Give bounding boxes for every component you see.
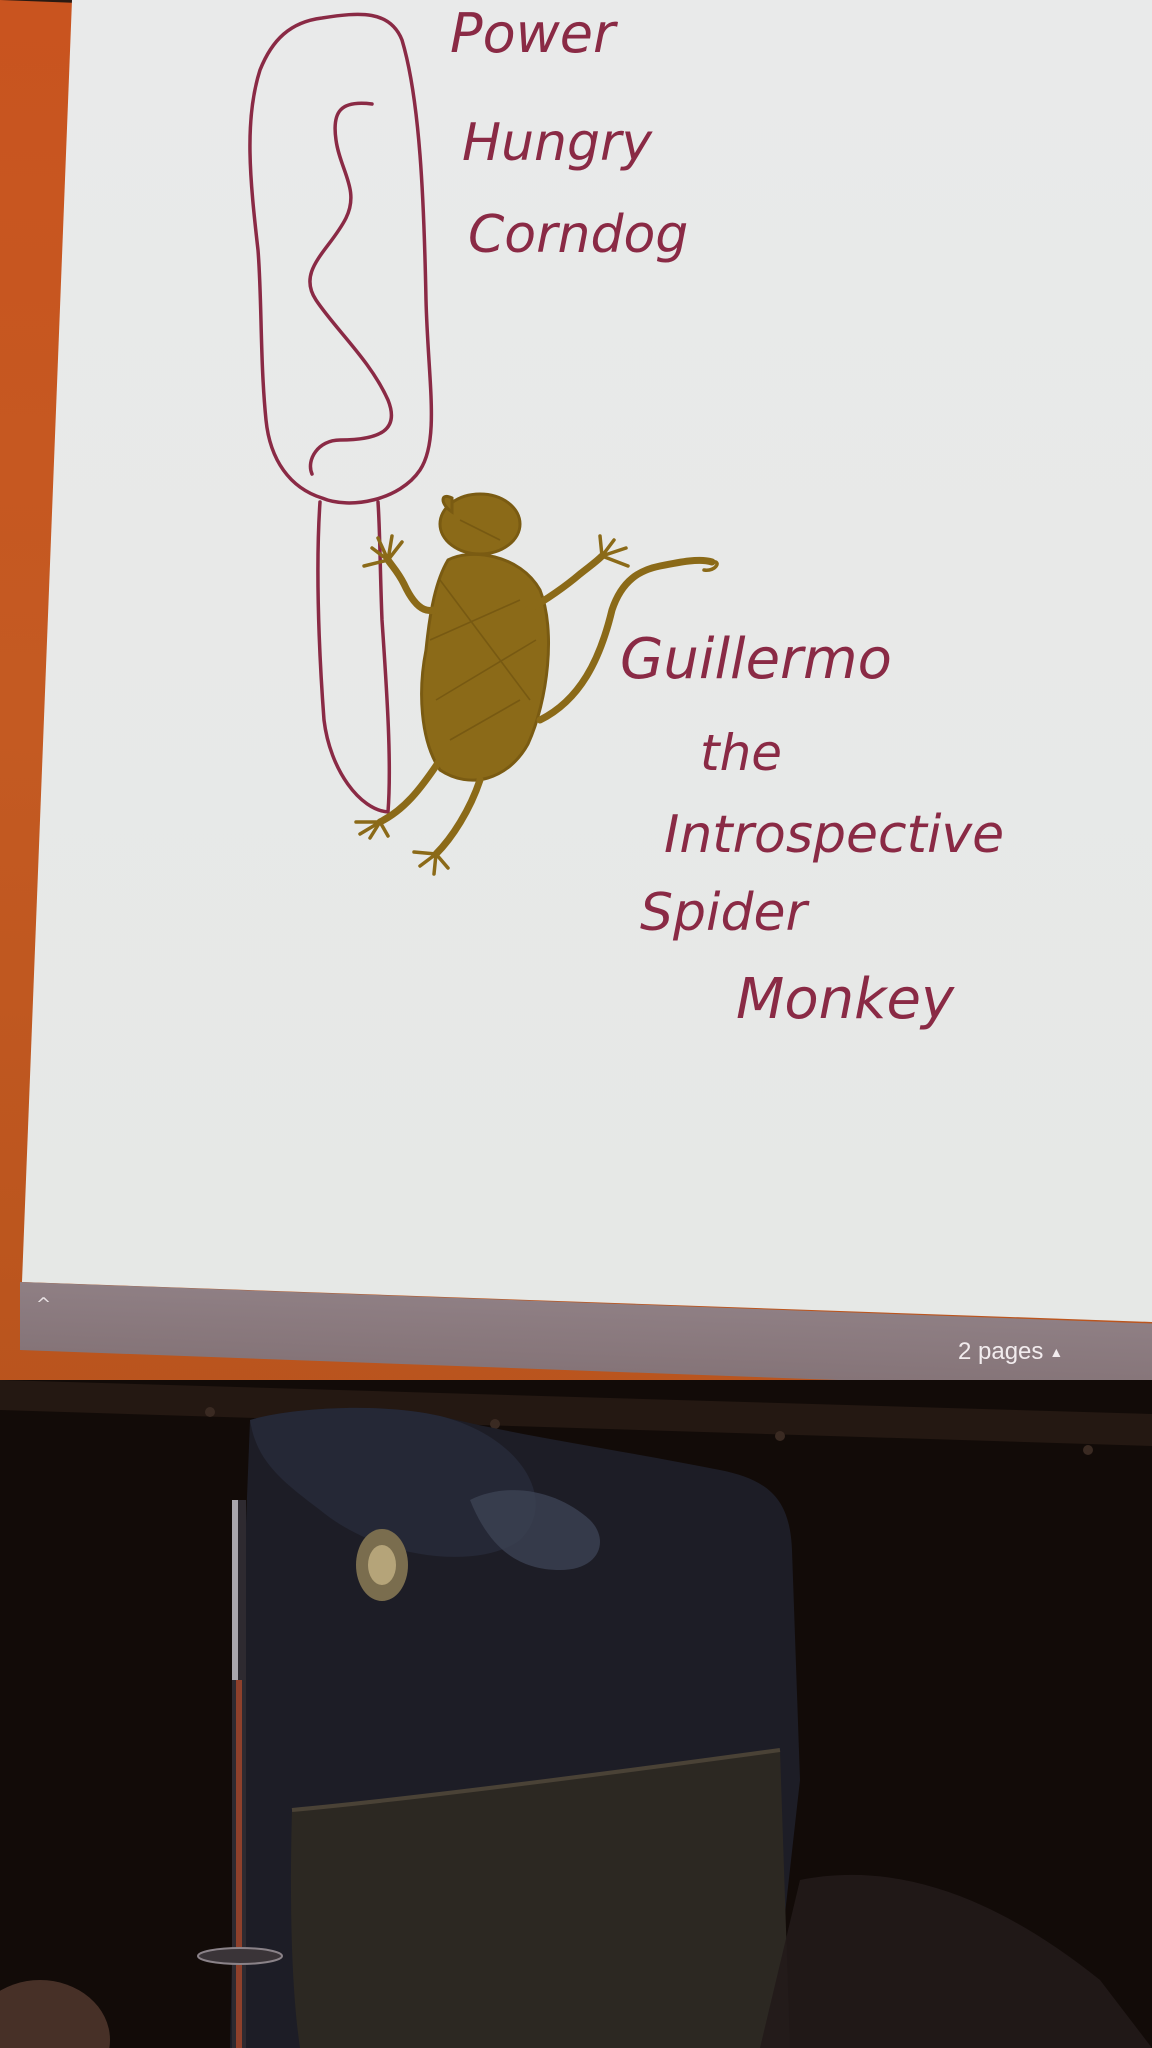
photo-scene: Power Hungry Corndog Guillermo the Intro… [0,0,1152,2048]
pages-menu-button[interactable]: 2 pages ▲ [958,1338,1063,1366]
drawing-canvas: Power Hungry Corndog Guillermo the Intro… [22,0,1152,1322]
label-corndog-line-3: Corndog [468,205,688,265]
page-surface [22,0,1152,1322]
label-monkey-line-2: the [700,724,782,782]
stage-foreground [0,1380,1152,2048]
label-corndog-line-2: Hungry [462,113,653,173]
triangle-up-icon: ▲ [1049,1344,1064,1360]
label-monkey-line-1: Guillermo [620,627,892,692]
chevron-up-icon[interactable]: ^ [36,1296,51,1314]
label-monkey-line-4: Spider [640,883,810,943]
pages-count-label: 2 pages [958,1338,1044,1365]
label-monkey-line-3: Introspective [664,805,1004,865]
chair-silhouette [230,1407,800,2048]
label-monkey-line-5: Monkey [736,967,955,1032]
label-corndog-line-1: Power [450,2,618,65]
projected-screen: Power Hungry Corndog Guillermo the Intro… [0,0,1152,1400]
